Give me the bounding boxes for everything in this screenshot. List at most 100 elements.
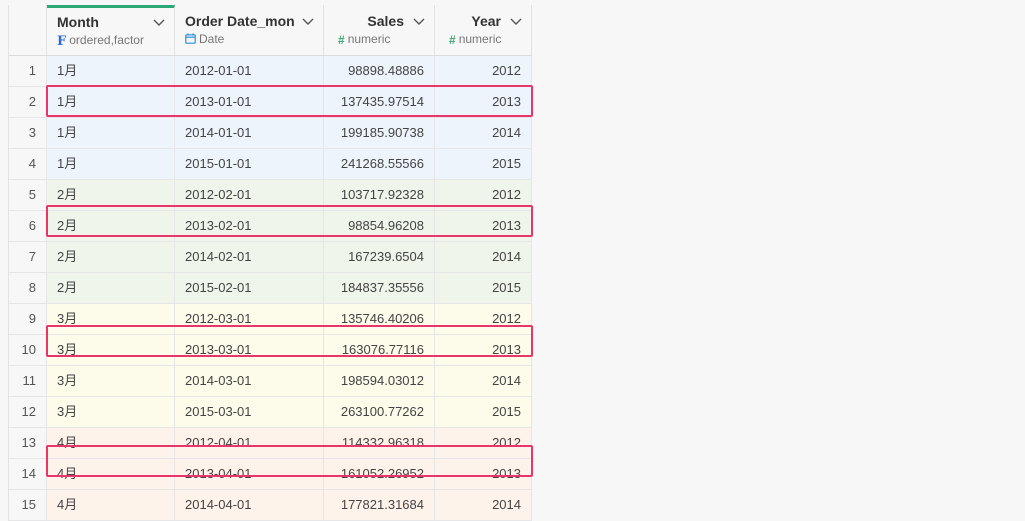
chevron-down-icon[interactable] bbox=[301, 14, 315, 28]
cell-sales[interactable]: 163076.77116 bbox=[324, 335, 435, 365]
calendar-icon bbox=[185, 33, 196, 44]
cell-sales[interactable]: 137435.97514 bbox=[324, 87, 435, 117]
column-name: Month bbox=[57, 14, 99, 30]
cell-month[interactable]: 3月 bbox=[47, 366, 175, 396]
row-number: 15 bbox=[9, 490, 47, 520]
cell-sales[interactable]: 184837.35556 bbox=[324, 273, 435, 303]
cell-month[interactable]: 3月 bbox=[47, 304, 175, 334]
row-number: 12 bbox=[9, 397, 47, 427]
row-number: 5 bbox=[9, 180, 47, 210]
cell-year[interactable]: 2015 bbox=[435, 273, 532, 303]
table-row[interactable]: 8 2月 2015-02-01 184837.35556 2015 bbox=[9, 273, 532, 304]
cell-sales[interactable]: 98898.48886 bbox=[324, 56, 435, 86]
table-row[interactable]: 11 3月 2014-03-01 198594.03012 2014 bbox=[9, 366, 532, 397]
cell-year[interactable]: 2013 bbox=[435, 87, 532, 117]
cell-year[interactable]: 2013 bbox=[435, 335, 532, 365]
cell-sales[interactable]: 103717.92328 bbox=[324, 180, 435, 210]
table-row[interactable]: 4 1月 2015-01-01 241268.55566 2015 bbox=[9, 149, 532, 180]
table-row[interactable]: 5 2月 2012-02-01 103717.92328 2012 bbox=[9, 180, 532, 211]
cell-order-date[interactable]: 2015-02-01 bbox=[175, 273, 324, 303]
cell-month[interactable]: 1月 bbox=[47, 118, 175, 148]
cell-order-date[interactable]: 2014-02-01 bbox=[175, 242, 324, 272]
table-row[interactable]: 6 2月 2013-02-01 98854.96208 2013 bbox=[9, 211, 532, 242]
row-number: 9 bbox=[9, 304, 47, 334]
row-number: 11 bbox=[9, 366, 47, 396]
cell-year[interactable]: 2012 bbox=[435, 304, 532, 334]
column-type: ordered,factor bbox=[69, 33, 144, 47]
factor-icon: F bbox=[57, 34, 67, 49]
column-header-sales[interactable]: Sales # numeric bbox=[324, 5, 435, 55]
table-row[interactable]: 7 2月 2014-02-01 167239.6504 2014 bbox=[9, 242, 532, 273]
cell-year[interactable]: 2015 bbox=[435, 397, 532, 427]
cell-order-date[interactable]: 2013-03-01 bbox=[175, 335, 324, 365]
column-type: numeric bbox=[458, 32, 502, 46]
table-row[interactable]: 12 3月 2015-03-01 263100.77262 2015 bbox=[9, 397, 532, 428]
table-row[interactable]: 1 1月 2012-01-01 98898.48886 2012 bbox=[9, 56, 532, 87]
cell-sales[interactable]: 98854.96208 bbox=[324, 211, 435, 241]
cell-order-date[interactable]: 2012-01-01 bbox=[175, 56, 324, 86]
cell-month[interactable]: 1月 bbox=[47, 149, 175, 179]
cell-year[interactable]: 2014 bbox=[435, 118, 532, 148]
table-header: Month Fordered,factor Order Date_mon Dat… bbox=[9, 5, 532, 56]
table-row[interactable]: 2 1月 2013-01-01 137435.97514 2013 bbox=[9, 87, 532, 118]
cell-year[interactable]: 2013 bbox=[435, 459, 532, 489]
cell-sales[interactable]: 177821.31684 bbox=[324, 490, 435, 520]
cell-month[interactable]: 2月 bbox=[47, 273, 175, 303]
cell-year[interactable]: 2015 bbox=[435, 149, 532, 179]
cell-month[interactable]: 4月 bbox=[47, 428, 175, 458]
column-header-order-date-mon[interactable]: Order Date_mon Date bbox=[175, 5, 324, 55]
cell-sales[interactable]: 114332.96318 bbox=[324, 428, 435, 458]
table-row[interactable]: 10 3月 2013-03-01 163076.77116 2013 bbox=[9, 335, 532, 366]
cell-month[interactable]: 1月 bbox=[47, 87, 175, 117]
cell-month[interactable]: 2月 bbox=[47, 180, 175, 210]
table-row[interactable]: 13 4月 2012-04-01 114332.96318 2012 bbox=[9, 428, 532, 459]
cell-month[interactable]: 2月 bbox=[47, 211, 175, 241]
chevron-down-icon[interactable] bbox=[412, 14, 426, 28]
cell-order-date[interactable]: 2014-03-01 bbox=[175, 366, 324, 396]
cell-order-date[interactable]: 2012-04-01 bbox=[175, 428, 324, 458]
column-header-year[interactable]: Year # numeric bbox=[435, 5, 532, 55]
cell-order-date[interactable]: 2013-04-01 bbox=[175, 459, 324, 489]
row-number: 3 bbox=[9, 118, 47, 148]
column-header-month[interactable]: Month Fordered,factor bbox=[47, 5, 175, 55]
cell-year[interactable]: 2014 bbox=[435, 366, 532, 396]
cell-sales[interactable]: 241268.55566 bbox=[324, 149, 435, 179]
cell-sales[interactable]: 263100.77262 bbox=[324, 397, 435, 427]
cell-sales[interactable]: 161052.26952 bbox=[324, 459, 435, 489]
cell-order-date[interactable]: 2014-01-01 bbox=[175, 118, 324, 148]
cell-order-date[interactable]: 2015-01-01 bbox=[175, 149, 324, 179]
cell-year[interactable]: 2014 bbox=[435, 490, 532, 520]
cell-sales[interactable]: 167239.6504 bbox=[324, 242, 435, 272]
row-number: 7 bbox=[9, 242, 47, 272]
row-number: 4 bbox=[9, 149, 47, 179]
cell-sales[interactable]: 135746.40206 bbox=[324, 304, 435, 334]
table-row[interactable]: 9 3月 2012-03-01 135746.40206 2012 bbox=[9, 304, 532, 335]
data-table: Month Fordered,factor Order Date_mon Dat… bbox=[8, 5, 532, 521]
cell-month[interactable]: 3月 bbox=[47, 397, 175, 427]
cell-year[interactable]: 2014 bbox=[435, 242, 532, 272]
cell-order-date[interactable]: 2013-02-01 bbox=[175, 211, 324, 241]
cell-order-date[interactable]: 2015-03-01 bbox=[175, 397, 324, 427]
cell-year[interactable]: 2012 bbox=[435, 180, 532, 210]
cell-month[interactable]: 1月 bbox=[47, 56, 175, 86]
cell-order-date[interactable]: 2014-04-01 bbox=[175, 490, 324, 520]
row-number: 2 bbox=[9, 87, 47, 117]
cell-sales[interactable]: 199185.90738 bbox=[324, 118, 435, 148]
cell-year[interactable]: 2013 bbox=[435, 211, 532, 241]
cell-order-date[interactable]: 2013-01-01 bbox=[175, 87, 324, 117]
cell-order-date[interactable]: 2012-02-01 bbox=[175, 180, 324, 210]
table-row[interactable]: 14 4月 2013-04-01 161052.26952 2013 bbox=[9, 459, 532, 490]
cell-year[interactable]: 2012 bbox=[435, 56, 532, 86]
chevron-down-icon[interactable] bbox=[509, 14, 523, 28]
cell-order-date[interactable]: 2012-03-01 bbox=[175, 304, 324, 334]
cell-year[interactable]: 2012 bbox=[435, 428, 532, 458]
table-row[interactable]: 15 4月 2014-04-01 177821.31684 2014 bbox=[9, 490, 532, 521]
chevron-down-icon[interactable] bbox=[152, 15, 166, 29]
table-row[interactable]: 3 1月 2014-01-01 199185.90738 2014 bbox=[9, 118, 532, 149]
cell-month[interactable]: 2月 bbox=[47, 242, 175, 272]
row-number: 13 bbox=[9, 428, 47, 458]
cell-sales[interactable]: 198594.03012 bbox=[324, 366, 435, 396]
cell-month[interactable]: 4月 bbox=[47, 490, 175, 520]
cell-month[interactable]: 4月 bbox=[47, 459, 175, 489]
cell-month[interactable]: 3月 bbox=[47, 335, 175, 365]
